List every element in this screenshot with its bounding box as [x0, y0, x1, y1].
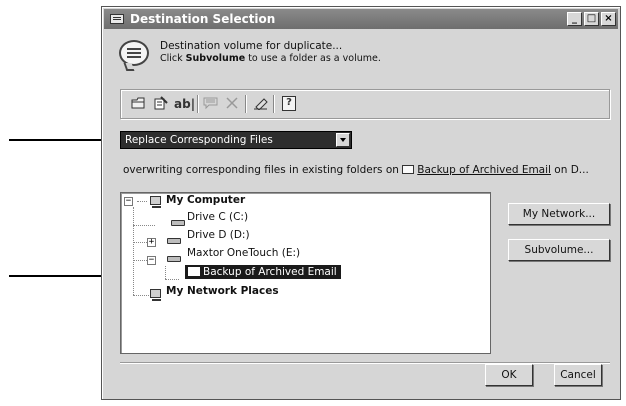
maximize-button[interactable]: □ — [584, 12, 599, 26]
tree-item-maxtor[interactable]: Maxtor OneTouch (E:) — [187, 247, 300, 259]
tree-item-my-computer[interactable]: My Computer — [166, 194, 245, 206]
tree-connector — [165, 266, 166, 279]
tree-connector — [165, 279, 179, 280]
tree-item-drive-d[interactable]: Drive D (D:) — [187, 229, 250, 241]
window-title: Destination Selection — [130, 12, 276, 26]
button-label: OK — [501, 369, 517, 381]
tree-item-backup-folder[interactable]: Backup of Archived Email — [185, 265, 341, 279]
tree-connector — [133, 225, 155, 226]
collapse-toggle[interactable]: − — [147, 256, 156, 265]
target-folder-name: Backup of Archived Email — [417, 164, 551, 176]
tree-connector — [133, 207, 134, 295]
my-network-button[interactable]: My Network... — [508, 203, 610, 225]
left-margin — [0, 0, 5, 406]
help-icon[interactable]: ? — [282, 96, 296, 111]
rename-icon[interactable]: ab| — [174, 96, 195, 112]
divider — [120, 362, 610, 363]
button-label: My Network... — [522, 208, 596, 220]
ok-button[interactable]: OK — [485, 364, 533, 386]
overwrite-description: overwriting corresponding files in exist… — [123, 164, 589, 176]
folder-icon — [188, 267, 200, 276]
cancel-button[interactable]: Cancel — [554, 364, 602, 386]
info-line-1: Destination volume for duplicate... — [160, 40, 343, 52]
tree-item-network[interactable]: My Network Places — [166, 285, 279, 297]
close-button[interactable]: × — [601, 12, 616, 26]
button-label: Cancel — [560, 369, 596, 381]
new-folder-icon[interactable] — [131, 96, 147, 112]
minimize-button[interactable]: _ — [567, 12, 582, 26]
properties-icon[interactable] — [153, 96, 169, 112]
drive-icon — [171, 220, 185, 226]
comment-icon[interactable] — [203, 96, 219, 112]
subvolume-button[interactable]: Subvolume... — [508, 239, 610, 261]
title-bar: Destination Selection _ □ × — [104, 9, 618, 29]
tree-connector — [137, 201, 147, 202]
tree-connector — [133, 295, 149, 296]
select-value: Replace Corresponding Files — [125, 134, 273, 146]
info-line-2: Click Subvolume to use a folder as a vol… — [160, 53, 381, 64]
toolbar-divider — [273, 95, 274, 113]
callout-arrow-dropdown — [9, 133, 118, 147]
window-icon — [110, 14, 124, 24]
drive-icon — [167, 238, 181, 244]
folder-icon — [402, 165, 415, 174]
expand-toggle[interactable]: + — [147, 238, 156, 247]
chevron-down-icon[interactable] — [336, 133, 350, 147]
toolbar-divider — [245, 95, 246, 113]
replace-mode-select[interactable]: Replace Corresponding Files — [120, 131, 352, 149]
tree-item-drive-c[interactable]: Drive C (C:) — [187, 211, 248, 223]
destination-tree: − My Computer Drive C (C:) + Drive D (D:… — [120, 192, 491, 354]
destination-dialog: Destination Selection _ □ × Destination … — [101, 6, 621, 400]
toolbar-divider — [197, 95, 198, 113]
toolbar: ab| ? — [120, 89, 610, 119]
collapse-toggle[interactable]: − — [124, 197, 133, 206]
network-icon — [150, 289, 161, 301]
tree-item-label: Backup of Archived Email — [203, 266, 337, 278]
computer-icon — [150, 196, 161, 208]
speech-bubble-icon — [119, 40, 149, 66]
delete-icon[interactable] — [225, 96, 239, 112]
erase-icon[interactable] — [253, 96, 269, 112]
external-drive-icon — [167, 256, 181, 262]
button-label: Subvolume... — [524, 244, 594, 256]
